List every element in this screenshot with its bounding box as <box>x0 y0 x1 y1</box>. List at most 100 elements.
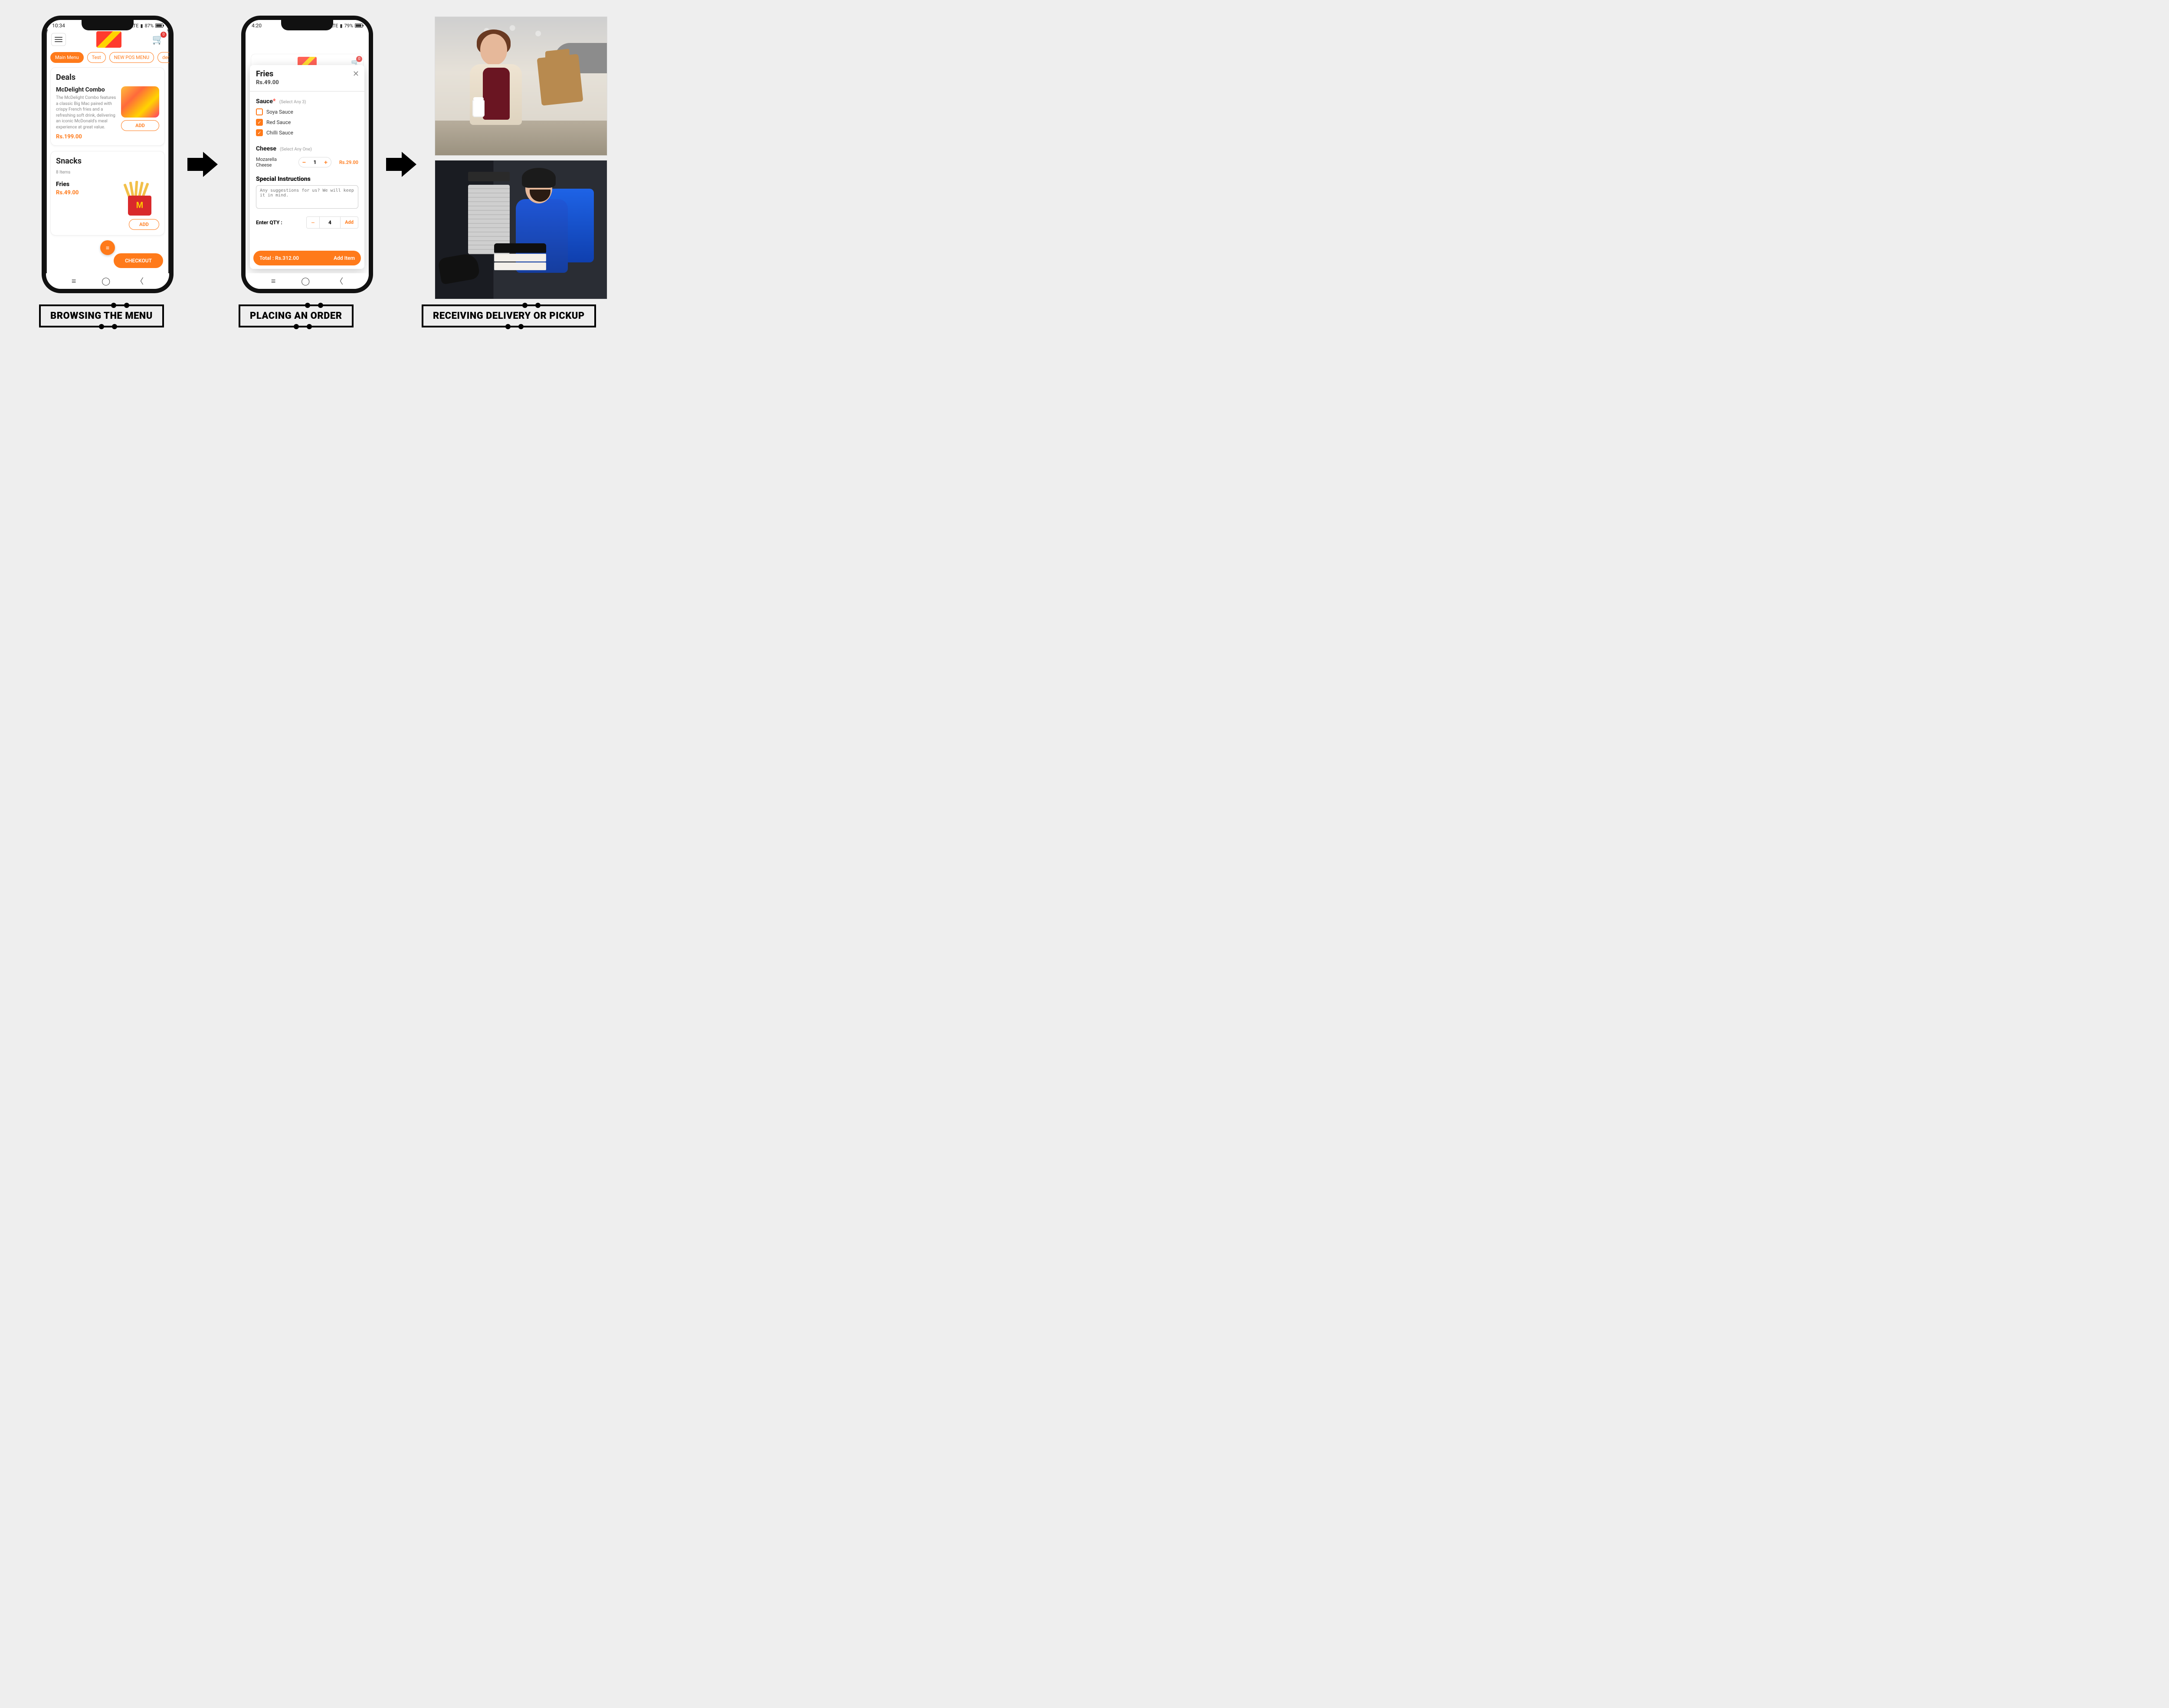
pickup-photo <box>435 16 607 156</box>
phone-notch <box>281 20 333 30</box>
sauce-option-label: Soya Sauce <box>266 109 293 115</box>
qty-value: 4 <box>320 217 341 228</box>
modal-close-icon[interactable]: ✕ <box>353 69 359 79</box>
step-caption-text: BROWSING THE MENU <box>50 311 153 321</box>
status-signal-icon: ▮ <box>141 23 143 29</box>
app-header: 🛒 0 <box>46 29 169 50</box>
deals-heading: Deals <box>56 73 159 82</box>
cart-badge: 0 <box>356 56 362 62</box>
menu-tabs: Main Menu Test NEW POS MENU demo <box>46 50 169 67</box>
cart-button[interactable]: 🛒 0 <box>152 34 164 45</box>
paper-bag <box>537 54 583 105</box>
customer <box>461 34 526 129</box>
cheese-section-hint: (Select Any One) <box>280 147 312 152</box>
cheese-item-name: Mozarella Cheese <box>256 157 291 168</box>
status-time: 4:20 <box>252 23 262 29</box>
battery-icon <box>355 23 363 28</box>
cheese-item-price: Rs.29.00 <box>339 160 358 165</box>
battery-icon <box>155 23 163 28</box>
nav-home-icon[interactable]: ◯ <box>102 277 110 286</box>
add-item-bar[interactable]: Total : Rs.312.00 Add Item <box>253 251 361 265</box>
android-nav: ≡ ◯ 〈 <box>46 273 169 289</box>
phone-placing-order: 4:20 5G LTE ▮ 79% ✕ ⌄ ⚙︎ Order Online...… <box>241 16 373 293</box>
menu-fab[interactable]: ≡ <box>100 240 115 255</box>
phone-browsing-menu: 10:34 5G LTE ▮ 87% 🛒 0 Main Menu Test NE… <box>42 16 174 293</box>
nav-recent-icon[interactable]: ≡ <box>271 277 276 286</box>
deal-price: Rs.199.00 <box>56 134 117 140</box>
checkbox-icon <box>256 108 263 115</box>
deal-description: The McDelight Combo features a classic B… <box>56 95 117 130</box>
step-caption: BROWSING THE MENU <box>39 304 164 327</box>
sauce-option[interactable]: ✓ Chilli Sauce <box>256 129 358 136</box>
qty-add-label[interactable]: Add <box>341 217 358 228</box>
phone-notch <box>82 20 134 30</box>
checkout-button[interactable]: CHECKOUT <box>114 253 163 268</box>
cart-badge: 0 <box>161 32 167 38</box>
sauce-option-label: Chilli Sauce <box>266 130 293 136</box>
snacks-heading: Snacks <box>56 157 159 166</box>
step-caption: PLACING AN ORDER <box>239 304 354 327</box>
android-nav: ≡ ◯ 〈 <box>246 273 369 289</box>
nav-recent-icon[interactable]: ≡ <box>72 277 76 286</box>
step-arrow-icon <box>187 152 218 177</box>
step-caption-text: PLACING AN ORDER <box>250 311 342 321</box>
tab-demo[interactable]: demo <box>157 52 174 63</box>
qty-minus[interactable]: − <box>307 217 320 228</box>
sauce-option-label: Red Sauce <box>266 119 291 125</box>
cheese-stepper: − 1 + <box>298 157 331 167</box>
qty-label: Enter QTY : <box>256 219 282 226</box>
delivery-photo <box>435 160 607 299</box>
status-signal-icon: ▮ <box>340 23 343 29</box>
total-label: Total : Rs.312.00 <box>259 255 299 261</box>
deal-add-button[interactable]: ADD <box>121 120 159 131</box>
tab-test[interactable]: Test <box>87 52 106 63</box>
nav-back-icon[interactable]: 〈 <box>136 275 144 287</box>
snacks-count: 8 Items <box>56 170 159 175</box>
item-customize-modal: ✕ Fries Rs.49.00 Sauce* (Select Any 3) S… <box>250 65 364 269</box>
snack-image <box>120 181 159 216</box>
sauce-option[interactable]: ✓ Red Sauce <box>256 119 358 126</box>
divider <box>250 91 364 92</box>
coffee-cup <box>472 100 485 117</box>
deal-image <box>121 86 159 118</box>
qty-group: − 4 Add <box>306 216 358 229</box>
nav-back-icon[interactable]: 〈 <box>335 275 343 287</box>
helmet <box>522 168 556 188</box>
checkbox-icon: ✓ <box>256 119 263 126</box>
cheese-section-title: Cheese <box>256 145 276 152</box>
delivery-courier <box>494 169 594 299</box>
modal-item-price: Rs.49.00 <box>256 79 358 86</box>
stepper-value: 1 <box>309 159 321 165</box>
status-battery-pct: 79% <box>344 23 353 29</box>
status-time: 10:34 <box>52 23 65 29</box>
hamburger-menu-button[interactable] <box>51 33 66 46</box>
snack-name: Fries <box>56 181 79 188</box>
deals-card: Deals McDelight Combo The McDelight Comb… <box>50 67 165 146</box>
checkbox-icon: ✓ <box>256 129 263 136</box>
stepper-plus[interactable]: + <box>321 157 331 167</box>
nav-home-icon[interactable]: ◯ <box>301 277 310 286</box>
deal-item: McDelight Combo The McDelight Combo feat… <box>56 86 159 140</box>
sauce-section-hint: (Select Any 3) <box>279 100 306 105</box>
cheese-item-row: Mozarella Cheese − 1 + Rs.29.00 <box>256 157 358 168</box>
tab-new-pos[interactable]: NEW POS MENU <box>109 52 154 63</box>
tab-main-menu[interactable]: Main Menu <box>50 52 84 63</box>
deal-name: McDelight Combo <box>56 86 117 93</box>
sauce-section-title: Sauce <box>256 98 273 105</box>
snack-price: Rs.49.00 <box>56 190 79 196</box>
snack-add-button[interactable]: ADD <box>129 219 159 230</box>
snacks-card: Snacks 8 Items Fries Rs.49.00 ADD <box>50 151 165 236</box>
sauce-option[interactable]: Soya Sauce <box>256 108 358 115</box>
add-item-cta: Add Item <box>334 255 355 261</box>
status-battery-pct: 87% <box>145 23 154 29</box>
food-boxes <box>494 243 546 270</box>
special-instructions-input[interactable] <box>256 185 358 209</box>
sauce-options: Soya Sauce ✓ Red Sauce ✓ Chilli Sauce <box>256 108 358 136</box>
stepper-minus[interactable]: − <box>299 157 309 167</box>
required-marker: * <box>273 97 276 105</box>
modal-item-name: Fries <box>256 69 358 79</box>
quantity-row: Enter QTY : − 4 Add <box>256 216 358 229</box>
step-arrow-icon <box>386 152 416 177</box>
step-caption: RECEIVING DELIVERY OR PICKUP <box>422 304 596 327</box>
brand-logo <box>96 31 121 48</box>
